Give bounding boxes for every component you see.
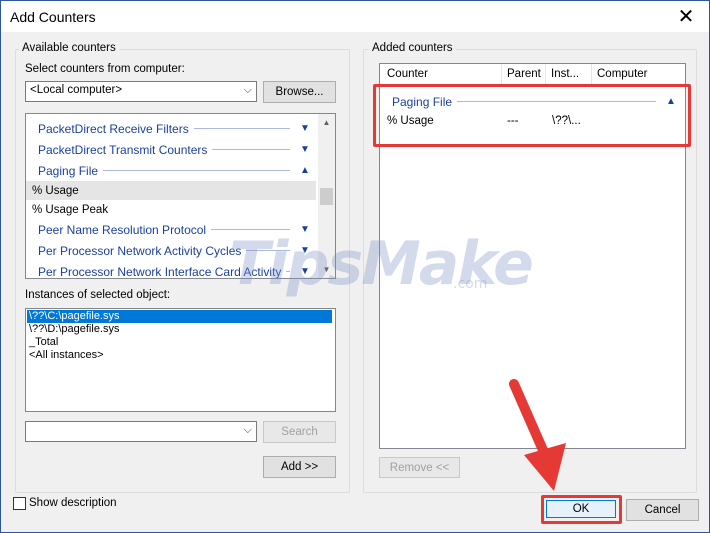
- counter-category-label: Per Processor Network Interface Card Act…: [38, 264, 282, 279]
- window-title: Add Counters: [10, 9, 96, 25]
- counters-scrollbar[interactable]: ▲ ▼: [318, 114, 335, 278]
- chevron-up-icon[interactable]: ▲: [298, 165, 312, 176]
- counter-item-label: % Usage Peak: [32, 203, 109, 216]
- added-counters-label: Added counters: [369, 42, 456, 54]
- column-separator[interactable]: [591, 64, 592, 86]
- scroll-thumb[interactable]: [320, 188, 333, 205]
- computer-select-value: <Local computer>: [30, 84, 123, 96]
- chevron-down-icon[interactable]: ▼: [298, 224, 312, 235]
- column-counter[interactable]: Counter: [387, 68, 428, 80]
- chevron-down-icon[interactable]: ▼: [298, 266, 312, 277]
- category-divider: [286, 271, 290, 272]
- category-divider: [193, 128, 290, 129]
- counter-item[interactable]: % Usage Peak: [26, 200, 316, 219]
- counter-category-label: Peer Name Resolution Protocol: [38, 222, 207, 237]
- counter-category-label: Paging File: [38, 163, 99, 178]
- select-computer-label: Select counters from computer:: [25, 63, 185, 75]
- counter-category[interactable]: Per Processor Network Activity Cycles ▼: [26, 240, 316, 261]
- counter-category[interactable]: PacketDirect Transmit Counters ▼: [26, 139, 316, 160]
- counter-category[interactable]: Peer Name Resolution Protocol ▼: [26, 219, 316, 240]
- counter-item-label: % Usage: [32, 184, 79, 197]
- add-counters-dialog: Add Counters ✕ Available counters Select…: [0, 0, 710, 533]
- counters-list[interactable]: PacketDirect Receive Filters ▼ PacketDirec…: [25, 113, 336, 279]
- column-separator[interactable]: [545, 64, 546, 86]
- search-input[interactable]: ⌵: [25, 421, 257, 442]
- close-icon[interactable]: ✕: [663, 1, 709, 32]
- scroll-up-icon[interactable]: ▲: [318, 114, 335, 131]
- highlight-ok-button: [541, 495, 622, 524]
- category-divider: [211, 229, 290, 230]
- column-parent[interactable]: Parent: [507, 68, 541, 80]
- counter-category-label: PacketDirect Transmit Counters: [38, 142, 208, 157]
- column-computer[interactable]: Computer: [597, 68, 648, 80]
- counter-item[interactable]: % Usage: [26, 181, 316, 200]
- category-divider: [103, 170, 290, 171]
- instances-list[interactable]: \??\C:\pagefile.sys \??\D:\pagefile.sys _T…: [25, 308, 336, 412]
- column-separator[interactable]: [501, 64, 502, 86]
- counter-category[interactable]: PacketDirect Receive Filters ▼: [26, 118, 316, 139]
- counter-category-label: PacketDirect Receive Filters: [38, 121, 189, 136]
- highlight-added-counter: [373, 84, 691, 147]
- cancel-button[interactable]: Cancel: [626, 499, 699, 521]
- annotation-arrow-icon: [509, 379, 566, 491]
- counter-category[interactable]: Per Processor Network Interface Card Act…: [26, 261, 316, 279]
- scroll-down-icon[interactable]: ▼: [318, 261, 335, 278]
- title-bar: Add Counters ✕: [1, 1, 709, 32]
- chevron-down-icon[interactable]: ▼: [298, 123, 312, 134]
- show-description-label: Show description: [29, 497, 117, 509]
- computer-select[interactable]: <Local computer> ⌵: [25, 81, 257, 102]
- category-divider: [212, 149, 290, 150]
- search-button[interactable]: Search: [263, 421, 336, 443]
- chevron-down-icon: ⌵: [243, 84, 252, 96]
- instance-item[interactable]: <All instances>: [27, 349, 104, 362]
- instances-label: Instances of selected object:: [25, 289, 171, 301]
- chevron-down-icon: ⌵: [243, 424, 252, 436]
- remove-button[interactable]: Remove <<: [379, 457, 460, 478]
- chevron-down-icon[interactable]: ▼: [298, 245, 312, 256]
- counter-category-label: Per Processor Network Activity Cycles: [38, 243, 242, 258]
- instance-item[interactable]: \??\D:\pagefile.sys: [27, 323, 120, 336]
- add-button[interactable]: Add >>: [263, 456, 336, 478]
- browse-button[interactable]: Browse...: [263, 81, 336, 103]
- counter-category[interactable]: Paging File ▲: [26, 160, 316, 181]
- chevron-down-icon[interactable]: ▼: [298, 144, 312, 155]
- instance-item[interactable]: \??\C:\pagefile.sys: [27, 310, 332, 323]
- category-divider: [246, 250, 290, 251]
- instance-item[interactable]: _Total: [27, 336, 58, 349]
- column-instance[interactable]: Inst...: [551, 68, 579, 80]
- added-counters-header: Counter Parent Inst... Computer: [380, 64, 685, 86]
- show-description-checkbox[interactable]: [13, 497, 26, 510]
- available-counters-label: Available counters: [19, 42, 119, 54]
